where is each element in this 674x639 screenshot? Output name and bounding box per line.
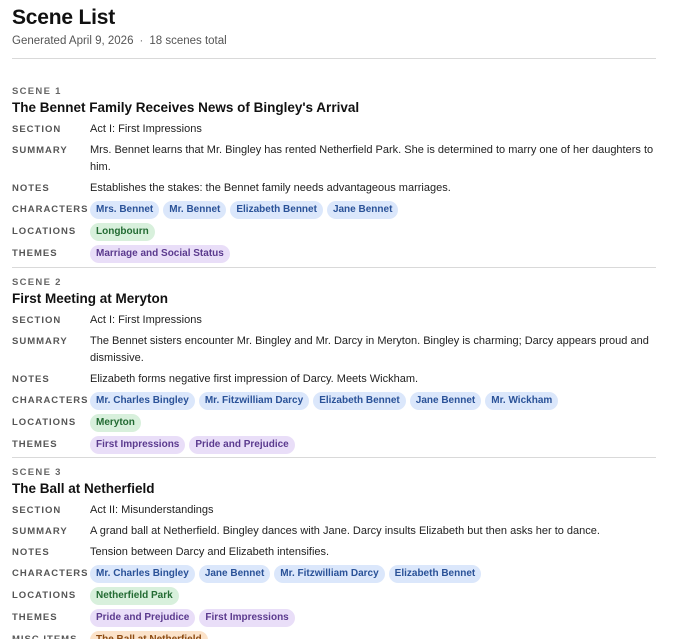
characters-row: CHARACTERS Mr. Charles Bingley Jane Benn… xyxy=(12,565,656,583)
locations-label: LOCATIONS xyxy=(12,417,77,428)
summary-label: SUMMARY xyxy=(12,526,68,537)
summary-value: The Bennet sisters encounter Mr. Bingley… xyxy=(90,335,649,364)
character-tag[interactable]: Mrs. Bennet xyxy=(90,201,160,219)
character-tag[interactable]: Mr. Charles Bingley xyxy=(90,392,195,410)
scene-count: 18 scenes total xyxy=(149,35,227,47)
theme-tag[interactable]: First Impressions xyxy=(90,436,186,454)
scene-card: SCENE 2 First Meeting at Meryton SECTION… xyxy=(12,277,656,458)
notes-value: Elizabeth forms negative first impressio… xyxy=(90,373,419,385)
scene-title: First Meeting at Meryton xyxy=(12,291,169,306)
section-value: Act I: First Impressions xyxy=(90,123,202,135)
scene-card: SCENE 3 The Ball at Netherfield SECTION … xyxy=(12,467,656,639)
section-label: SECTION xyxy=(12,124,62,135)
scene-list-page: Scene List Generated April 9, 2026 · 18 sc… xyxy=(0,0,674,639)
character-tag[interactable]: Mr. Fitzwilliam Darcy xyxy=(274,565,385,583)
scene-number: SCENE 1 xyxy=(12,86,62,97)
summary-row: SUMMARY A grand ball at Netherfield. Bin… xyxy=(12,523,656,540)
section-value: Act II: Misunderstandings xyxy=(90,504,214,516)
theme-tag[interactable]: First Impressions xyxy=(199,609,295,627)
character-tag[interactable]: Elizabeth Bennet xyxy=(230,201,323,219)
subtitle-separator: · xyxy=(139,35,144,47)
characters-label: CHARACTERS xyxy=(12,395,89,406)
themes-row: THEMES Pride and Prejudice First Impress… xyxy=(12,609,656,627)
notes-label: NOTES xyxy=(12,547,50,558)
locations-row: LOCATIONS Meryton xyxy=(12,414,656,432)
character-tag[interactable]: Mr. Charles Bingley xyxy=(90,565,195,583)
character-tag[interactable]: Jane Bennet xyxy=(198,565,271,583)
character-tag[interactable]: Elizabeth Bennet xyxy=(388,565,482,583)
scene-title: The Bennet Family Receives News of Bingl… xyxy=(12,100,360,115)
themes-label: THEMES xyxy=(12,248,58,259)
location-tag[interactable]: Meryton xyxy=(90,414,141,432)
page-title: Scene List xyxy=(12,6,116,29)
notes-row: NOTES Establishes the stakes: the Bennet… xyxy=(12,180,656,197)
characters-row: CHARACTERS Mrs. Bennet Mr. Bennet Elizab… xyxy=(12,201,656,219)
themes-row: THEMES Marriage and Social Status xyxy=(12,245,656,263)
scene-card: SCENE 1 The Bennet Family Receives News … xyxy=(12,86,656,267)
notes-value: Tension between Darcy and Elizabeth inte… xyxy=(90,546,330,558)
generated-date: Generated April 9, 2026 xyxy=(12,35,134,47)
notes-row: NOTES Tension between Darcy and Elizabet… xyxy=(12,544,656,561)
theme-tag[interactable]: Pride and Prejudice xyxy=(189,436,295,454)
themes-row: THEMES First Impressions Pride and Preju… xyxy=(12,436,656,454)
character-tag[interactable]: Jane Bennet xyxy=(326,201,399,219)
summary-row: SUMMARY Mrs. Bennet learns that Mr. Bing… xyxy=(12,142,656,176)
scene-divider xyxy=(12,267,656,268)
notes-row: NOTES Elizabeth forms negative first imp… xyxy=(12,371,656,388)
locations-row: LOCATIONS Longbourn xyxy=(12,223,656,241)
summary-label: SUMMARY xyxy=(12,336,68,347)
characters-label: CHARACTERS xyxy=(12,204,89,215)
theme-tag[interactable]: Pride and Prejudice xyxy=(90,609,196,627)
section-row: SECTION Act II: Misunderstandings xyxy=(12,502,656,519)
scene-divider xyxy=(12,457,656,458)
section-row: SECTION Act I: First Impressions xyxy=(12,312,656,329)
themes-label: THEMES xyxy=(12,439,58,450)
locations-label: LOCATIONS xyxy=(12,226,77,237)
character-tag[interactable]: Mr. Wickham xyxy=(485,392,559,410)
summary-value: Mrs. Bennet learns that Mr. Bingley has … xyxy=(90,144,654,173)
summary-label: SUMMARY xyxy=(12,145,68,156)
location-tag[interactable]: Netherfield Park xyxy=(90,587,179,605)
notes-label: NOTES xyxy=(12,183,50,194)
locations-label: LOCATIONS xyxy=(12,590,77,601)
character-tag[interactable]: Jane Bennet xyxy=(409,392,482,410)
locations-row: LOCATIONS Netherfield Park xyxy=(12,587,656,605)
characters-row: CHARACTERS Mr. Charles Bingley Mr. Fitzw… xyxy=(12,392,656,410)
section-label: SECTION xyxy=(12,315,62,326)
scene-title: The Ball at Netherfield xyxy=(12,481,155,496)
notes-label: NOTES xyxy=(12,374,50,385)
themes-label: THEMES xyxy=(12,612,58,623)
scene-number: SCENE 3 xyxy=(12,467,62,478)
misc-label: MISC ITEMS xyxy=(12,631,90,639)
misc-row: MISC ITEMS The Ball at Netherfield xyxy=(12,631,656,639)
notes-value: Establishes the stakes: the Bennet famil… xyxy=(90,182,451,194)
theme-tag[interactable]: Marriage and Social Status xyxy=(90,245,230,263)
misc-tag[interactable]: The Ball at Netherfield xyxy=(90,631,208,639)
characters-label: CHARACTERS xyxy=(12,568,89,579)
section-row: SECTION Act I: First Impressions xyxy=(12,121,656,138)
section-label: SECTION xyxy=(12,505,62,516)
location-tag[interactable]: Longbourn xyxy=(90,223,155,241)
section-value: Act I: First Impressions xyxy=(90,314,202,326)
header-divider xyxy=(12,58,656,59)
summary-value: A grand ball at Netherfield. Bingley dan… xyxy=(90,525,600,537)
summary-row: SUMMARY The Bennet sisters encounter Mr.… xyxy=(12,333,656,367)
scene-number: SCENE 2 xyxy=(12,277,62,288)
character-tag[interactable]: Elizabeth Bennet xyxy=(313,392,406,410)
character-tag[interactable]: Mr. Fitzwilliam Darcy xyxy=(198,392,310,410)
page-subtitle: Generated April 9, 2026 · 18 scenes total xyxy=(12,35,227,47)
character-tag[interactable]: Mr. Bennet xyxy=(163,201,227,219)
